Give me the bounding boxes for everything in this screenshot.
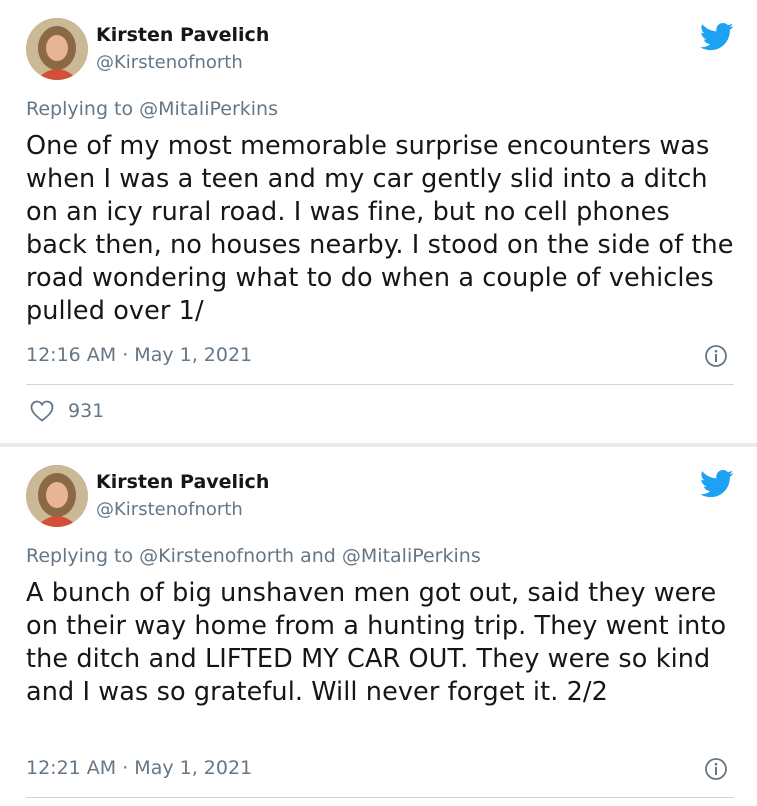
info-icon[interactable] xyxy=(704,344,728,368)
author-name[interactable]: Kirsten Pavelich xyxy=(96,471,269,493)
divider xyxy=(26,384,734,385)
reply-to-link[interactable]: @Kirstenofnorth and @MitaliPerkins xyxy=(139,545,481,567)
author-name[interactable]: Kirsten Pavelich xyxy=(96,24,269,46)
avatar[interactable] xyxy=(26,465,88,527)
twitter-bird-icon[interactable] xyxy=(700,22,734,52)
reply-context: Replying to @MitaliPerkins xyxy=(26,98,278,120)
heart-icon[interactable] xyxy=(30,400,54,422)
tweet-text: One of my most memorable surprise encoun… xyxy=(26,131,734,326)
author-handle[interactable]: @Kirstenofnorth xyxy=(96,499,243,520)
timestamp[interactable]: 12:16 AM · May 1, 2021 xyxy=(26,344,252,366)
tweet-text: A bunch of big unshaven men got out, sai… xyxy=(26,578,727,707)
reply-prefix: Replying to xyxy=(26,98,140,120)
tweet-card-2[interactable]: Kirsten Pavelich @Kirstenofnorth Replyin… xyxy=(0,447,757,806)
timestamp[interactable]: 12:21 AM · May 1, 2021 xyxy=(26,757,252,779)
reply-prefix: Replying to xyxy=(26,545,140,567)
info-icon[interactable] xyxy=(704,757,728,781)
divider xyxy=(26,797,734,798)
reply-context: Replying to @Kirstenofnorth and @MitaliP… xyxy=(26,545,481,567)
like-count: 931 xyxy=(68,400,105,422)
reply-to-link[interactable]: @MitaliPerkins xyxy=(139,98,278,120)
twitter-bird-icon[interactable] xyxy=(700,469,734,499)
like-action[interactable]: 931 xyxy=(30,400,104,422)
avatar[interactable] xyxy=(26,18,88,80)
author-handle[interactable]: @Kirstenofnorth xyxy=(96,52,243,73)
tweet-card-1[interactable]: Kirsten Pavelich @Kirstenofnorth Replyin… xyxy=(0,0,757,443)
